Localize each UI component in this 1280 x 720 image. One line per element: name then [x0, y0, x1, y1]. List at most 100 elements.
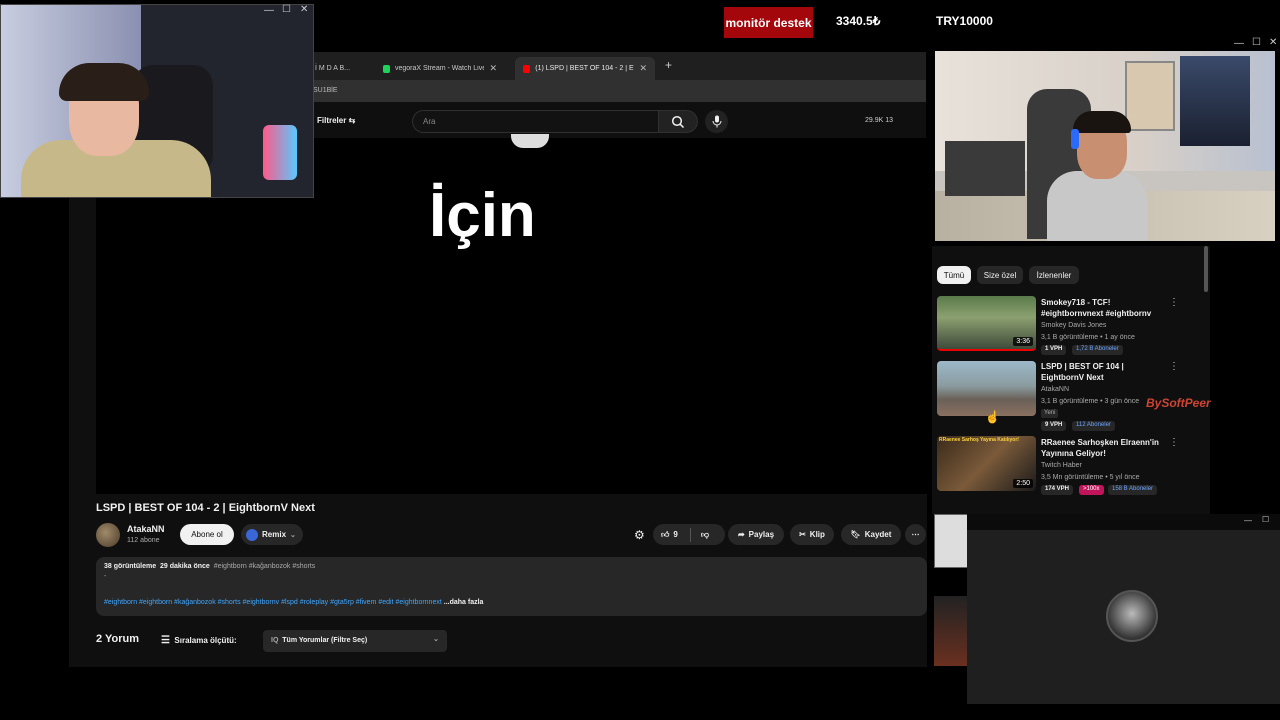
sort-label: Sıralama ölçütü:	[174, 636, 237, 645]
close-icon[interactable]: ✕	[639, 63, 647, 74]
more-options-button[interactable]: ⋯	[905, 524, 926, 545]
close-icon[interactable]: ✕	[489, 63, 497, 74]
chevron-down-icon: ⌄	[290, 531, 296, 539]
stream-stats: 29.9K 13	[865, 117, 894, 124]
mic-button[interactable]	[705, 110, 728, 133]
like-divider	[689, 527, 691, 542]
thumbs-down-icon[interactable]: 👎︎	[701, 530, 709, 540]
related-video-meta: 3,5 Mn görüntüleme • 5 yıl önce	[1041, 474, 1140, 481]
like-button[interactable]: 👍︎ 9 👎︎	[653, 524, 725, 545]
related-video-channel[interactable]: Smokey Davis Jones	[1041, 322, 1106, 329]
new-tab-icon[interactable]: +	[665, 58, 672, 72]
filters-label: Filtreler	[317, 116, 347, 125]
remix-button[interactable]: Remix ⌄	[241, 524, 303, 545]
video-duration: 2:50	[1013, 479, 1033, 488]
chip-for-you[interactable]: Size özel	[977, 266, 1023, 284]
maximize-icon[interactable]: ☐	[1252, 37, 1261, 48]
webcam-streamer	[0, 4, 314, 198]
minimize-icon[interactable]: —	[264, 5, 274, 16]
filter-icon: IQ	[271, 637, 279, 644]
remix-label: Remix	[262, 530, 287, 539]
save-button[interactable]: 🔖︎ Kaydet	[841, 524, 901, 545]
video-duration: 3:36	[1013, 337, 1033, 346]
scissors-icon: ✂	[799, 530, 806, 539]
watermark-logo: BySoftPeer	[1146, 396, 1211, 410]
video-thumbnail[interactable]	[934, 596, 968, 666]
video-overlay-glyph	[511, 134, 549, 148]
minimize-icon[interactable]: —	[1244, 516, 1252, 525]
donation-amount: 3340.5₺	[836, 14, 881, 28]
related-video-title[interactable]: RRaenee Sarhoşken Elraenn'in Yayınına Ge…	[1041, 437, 1161, 459]
clip-label: Klip	[809, 530, 825, 539]
gear-icon[interactable]: ⚙	[634, 528, 645, 542]
description-meta: 38 görüntüleme 29 dakika önce #eightborn…	[104, 563, 315, 570]
related-video-title[interactable]: LSPD | BEST OF 104 | EightbornV Next	[1041, 361, 1161, 383]
subscriber-badge: 112 Aboneler	[1072, 421, 1115, 431]
share-button[interactable]: ➦ Paylaş	[728, 524, 784, 545]
donation-badge: monitör destek	[724, 7, 813, 38]
related-video-meta: 3,1 B görüntüleme • 1 ay önce	[1041, 334, 1135, 341]
tab-label: vegoraX Stream - Watch Live o...	[394, 65, 485, 72]
related-video-channel[interactable]: AtakaNN	[1041, 386, 1069, 393]
kick-icon	[383, 64, 390, 73]
vph-badge: 1 VPH	[1041, 345, 1067, 355]
webcam-poster	[1125, 61, 1175, 131]
chip-watched[interactable]: İzlenenler	[1029, 266, 1079, 284]
vph-badge: 174 VPH	[1041, 485, 1074, 495]
youtube-icon	[523, 64, 531, 73]
video-title: LSPD | BEST OF 104 - 2 | EightbornV Next	[96, 502, 315, 514]
sort-button[interactable]: ☰ Sıralama ölçütü:	[161, 635, 237, 646]
bookmark-icon: 🔖︎	[850, 530, 861, 539]
avatar[interactable]	[1106, 590, 1158, 642]
minimize-icon[interactable]: —	[1234, 38, 1244, 49]
outlier-badge: >100x	[1079, 485, 1104, 495]
address-text: SU1BlE	[313, 87, 338, 94]
chevron-down-icon: ⌄	[433, 636, 439, 643]
tab-youtube[interactable]: (1) LSPD | BEST OF 104 - 2 | Eig... ✕	[515, 57, 655, 80]
filters-button[interactable]: Filtreler ⇆	[317, 116, 355, 125]
donation-goal: TRY10000	[936, 14, 993, 28]
share-label: Paylaş	[748, 530, 775, 539]
maximize-icon[interactable]: ☐	[282, 4, 291, 15]
new-badge: Yeni	[1041, 409, 1059, 418]
more-vertical-icon[interactable]: ⋮	[1169, 361, 1179, 372]
webcam-rgb-light	[263, 125, 297, 180]
show-more-link[interactable]: ...daha fazla	[444, 599, 484, 606]
maximize-icon[interactable]: ☐	[1262, 515, 1269, 524]
panel-titlebar	[967, 514, 1280, 530]
search-button[interactable]	[658, 110, 698, 133]
view-count: 38 görüntüleme	[104, 563, 157, 570]
subscribe-button[interactable]: Abone ol	[180, 524, 234, 545]
tab-first[interactable]: İ M D A B...	[307, 57, 369, 80]
description-hashtags: #eightborn #eightborn #kağanbozok #short…	[104, 599, 483, 606]
remix-icon	[246, 528, 258, 541]
related-video-channel[interactable]: Twitch Haber	[1041, 462, 1082, 469]
close-icon[interactable]: ✕	[1269, 37, 1277, 48]
subscriber-badge: 158 B Aboneler	[1108, 485, 1158, 495]
thumbs-up-icon: 👍︎	[661, 529, 670, 539]
video-thumbnail[interactable]: RRaenee Sarhoş Yayına Katılıyor! 2:50	[937, 436, 1036, 491]
close-icon[interactable]: ✕	[300, 4, 308, 15]
save-label: Kaydet	[864, 530, 892, 539]
more-vertical-icon[interactable]: ⋮	[1169, 297, 1179, 308]
video-thumbnail[interactable]	[934, 514, 968, 568]
comment-count: 2 Yorum	[96, 633, 139, 645]
comment-filter-select[interactable]: IQ Tüm Yorumlar (Filtre Seç) ⌄	[263, 630, 447, 652]
video-overlay-text: İçin	[429, 181, 536, 250]
sliders-icon: ⇆	[348, 116, 356, 125]
channel-name[interactable]: AtakaNN	[127, 524, 165, 534]
like-count: 9	[673, 530, 678, 539]
hashtags-bottom[interactable]: #eightborn #eightborn #kağanbozok #short…	[104, 599, 442, 606]
related-video-title[interactable]: Smokey718 - TCF! #eightbornvnext #eightb…	[1041, 297, 1161, 319]
more-vertical-icon[interactable]: ⋮	[1169, 437, 1179, 448]
search-icon	[671, 115, 685, 128]
tab-vegorax[interactable]: vegoraX Stream - Watch Live o... ✕	[375, 57, 505, 80]
avatar[interactable]	[96, 523, 120, 547]
webcam-poster-ship	[1180, 56, 1250, 146]
clip-button[interactable]: ✂ Klip	[790, 524, 834, 545]
video-thumbnail[interactable]	[937, 361, 1036, 416]
chip-all[interactable]: Tümü	[937, 266, 971, 284]
video-thumbnail[interactable]: 3:36	[937, 296, 1036, 351]
sidebar-scrollbar[interactable]	[1204, 246, 1208, 292]
search-input[interactable]: Ara	[412, 110, 658, 133]
